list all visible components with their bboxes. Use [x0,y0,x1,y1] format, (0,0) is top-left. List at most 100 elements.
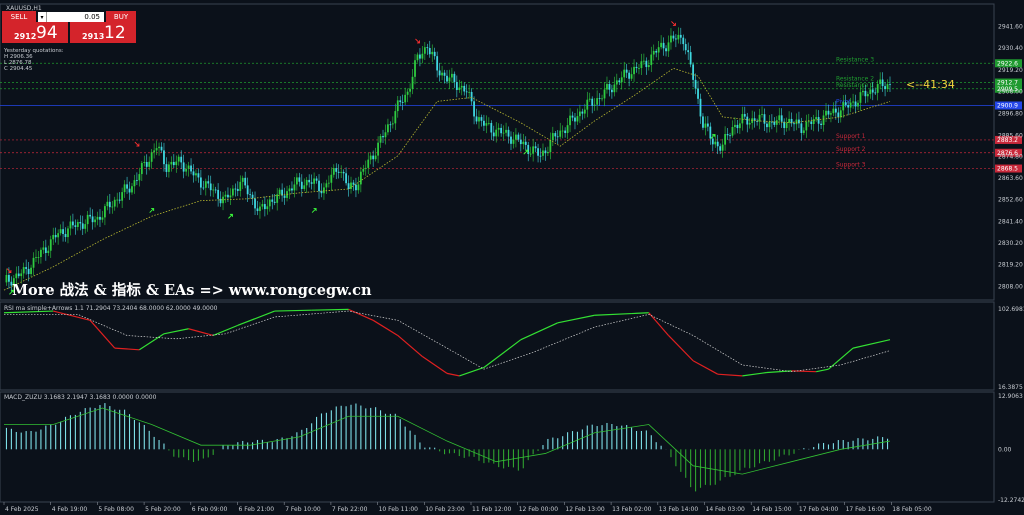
candle-body [106,201,109,207]
candle-body [143,162,146,163]
candle-body [180,156,183,163]
candle-body [182,162,185,172]
candle-body [793,123,795,125]
candle-body [431,51,434,55]
candle-body [278,189,281,195]
candle-body [315,178,318,181]
candle-body [497,127,500,130]
candle-body [387,124,389,133]
candle-body [44,247,47,253]
candle-body [785,122,788,129]
chart-canvas: Resistance 32922.6Resistance 22912.7Resi… [0,3,1024,513]
candle-body [633,66,635,75]
candle-body [327,182,330,184]
candle-body [492,132,495,137]
macd-title: MACD_ZUZU 3.1683 2.1947 3.1683 0.0000 0.… [4,394,157,401]
candle-body [618,80,621,83]
candle-body [465,91,468,93]
candle-body [702,116,704,128]
ask-price-pips: 12 [104,23,126,43]
quotes-close: C 2904.45 [4,66,33,72]
candle-body [256,208,259,212]
candle-body [775,120,778,125]
candle-body [534,146,537,149]
yesterday-quotes: Yesterday quotations: H 2906.36 L 2876.7… [4,48,64,72]
candle-body [746,116,749,125]
candle-body [229,195,232,198]
candle-body [158,146,160,149]
candle-body [345,173,347,184]
candle-body [37,257,40,258]
candle-body [638,68,640,69]
candle-body [67,228,69,238]
candle-body [453,73,456,83]
candle-body [778,115,781,121]
candle-body [542,150,544,156]
candle-body [52,234,55,240]
candle-body [571,115,574,118]
level-tag-6: 2868.5 [997,166,1018,173]
candle-body [236,188,239,191]
candle-body [303,185,306,189]
candle-body [357,184,360,191]
candle-body [104,206,106,218]
time-tick-label: 10 Feb 11:00 [379,506,419,513]
candle-body [332,168,335,175]
candle-body [436,56,439,71]
candle-body [591,98,594,106]
candle-body [377,142,379,156]
candle-body [566,125,569,134]
candle-body [478,117,480,122]
candle-body [399,100,402,103]
price-tick-label: 2919.20 [998,67,1023,74]
candle-body [187,165,190,169]
candle-body [588,98,591,100]
candle-body [126,184,128,189]
candle-body [195,173,197,176]
candle-body [448,77,451,82]
candle-body [423,47,426,54]
candle-body [574,117,576,122]
time-tick-label: 17 Feb 04:00 [799,506,839,513]
candle-body [27,268,30,275]
candle-body [433,51,436,57]
lot-size-input[interactable]: ▾ 0.05 [38,12,104,22]
candle-body [224,194,227,197]
candle-body [549,140,552,153]
candle-body [89,214,92,217]
candle-body [502,132,505,134]
candle-body [805,121,808,131]
candle-body [596,98,599,105]
candle-body [25,267,28,269]
candle-body [101,217,104,220]
lot-dropdown-icon[interactable]: ▾ [38,12,47,22]
candle-body [227,194,229,198]
candle-body [300,181,303,189]
candle-body [556,136,559,138]
price-tick-label: 2808.00 [998,283,1023,290]
time-tick-label: 12 Feb 00:00 [519,506,559,513]
candle-body [820,123,822,125]
candle-body [583,109,586,114]
candle-body [874,92,877,94]
bid-price-button[interactable]: 2912 94 [2,22,68,43]
candle-body [758,114,761,122]
candle-body [473,101,475,117]
candle-body [271,199,274,202]
candle-body [857,102,859,107]
sell-button[interactable]: SELL [2,11,36,22]
candle-body [487,122,490,124]
candle-body [510,136,512,144]
candle-body [768,121,771,128]
candle-body [569,115,571,126]
candle-body [330,174,333,183]
candle-body [20,273,23,277]
candle-body [325,183,328,188]
candle-body [635,66,638,69]
candle-body [500,127,503,134]
candle-body [470,91,473,102]
ask-price-button[interactable]: 2913 12 [70,22,136,43]
candle-body [163,150,165,165]
candle-body [468,91,471,93]
buy-button[interactable]: BUY [106,11,136,22]
